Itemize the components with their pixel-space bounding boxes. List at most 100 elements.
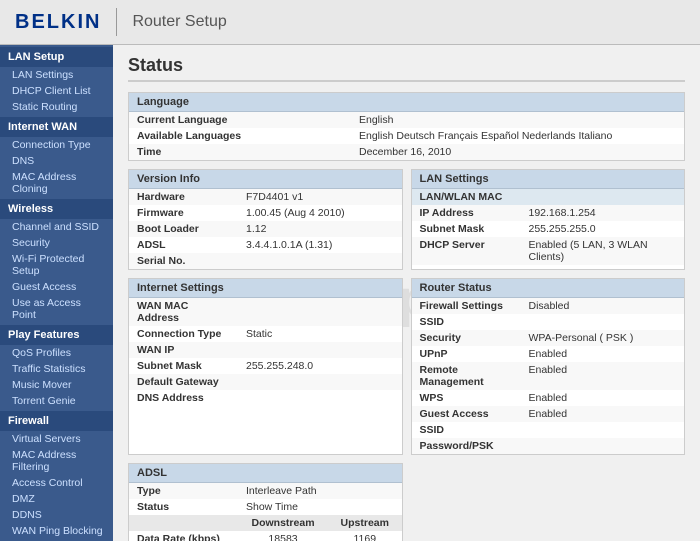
sidebar-item-guest-access[interactable]: Guest Access (0, 279, 113, 295)
layout: LAN SetupLAN SettingsDHCP Client ListSta… (0, 45, 700, 541)
sidebar-item-torrent-genie[interactable]: Torrent Genie (0, 393, 113, 409)
table-row: Available LanguagesEnglish Deutsch Franç… (129, 128, 684, 144)
row-value (521, 422, 685, 438)
language-box-header: Language (129, 93, 684, 112)
row-label: ADSL (129, 237, 238, 253)
row-value: Enabled (521, 362, 685, 390)
table-row: Firewall SettingsDisabled (412, 298, 685, 314)
row-label: Subnet Mask (129, 358, 238, 374)
sidebar-item-traffic-statistics[interactable]: Traffic Statistics (0, 361, 113, 377)
row-label: Data Rate (kbps) (129, 531, 238, 541)
row-label: SSID (412, 422, 521, 438)
sidebar-item-mac-address-cloning[interactable]: MAC Address Cloning (0, 169, 113, 197)
sidebar: LAN SetupLAN SettingsDHCP Client ListSta… (0, 45, 113, 541)
lan-box-header: LAN Settings (412, 170, 685, 189)
table-row: Password/PSK (412, 438, 685, 454)
row-label: WAN IP (129, 342, 238, 358)
direction-label: Upstream (328, 515, 401, 531)
internet-box-header: Internet Settings (129, 279, 402, 298)
row-value: December 16, 2010 (351, 144, 684, 160)
row-value: 1169 (328, 531, 401, 541)
table-row: TypeInterleave Path (129, 483, 402, 499)
row-label: DNS Address (129, 390, 238, 406)
table-row: HardwareF7D4401 v1 (129, 189, 402, 205)
row-label: Boot Loader (129, 221, 238, 237)
lan-sub-header: LAN/WLAN MAC (412, 189, 685, 205)
row-label: Current Language (129, 112, 351, 128)
sidebar-item-dns[interactable]: DNS (0, 153, 113, 169)
sidebar-item-use-as-access-point[interactable]: Use as Access Point (0, 295, 113, 323)
adsl-box: ADSL TypeInterleave PathStatusShow TimeD… (128, 463, 403, 541)
table-row: WAN IP (129, 342, 402, 358)
row-label: Subnet Mask (412, 221, 521, 237)
sidebar-item-ddns[interactable]: DDNS (0, 507, 113, 523)
table-row: Guest AccessEnabled (412, 406, 685, 422)
sidebar-item-connection-type[interactable]: Connection Type (0, 137, 113, 153)
row-value: Disabled (521, 298, 685, 314)
row-label: Guest Access (412, 406, 521, 422)
sidebar-item-static-routing[interactable]: Static Routing (0, 99, 113, 115)
sidebar-item-wan-ping-blocking[interactable]: WAN Ping Blocking (0, 523, 113, 539)
sidebar-section-firewall: Firewall (0, 411, 113, 431)
logo: BELKIN (15, 11, 101, 34)
row-value (238, 342, 402, 358)
direction-label (129, 515, 238, 531)
table-row: ADSL3.4.4.1.0.1A (1.31) (129, 237, 402, 253)
table-row: Connection TypeStatic (129, 326, 402, 342)
table-row: Subnet Mask255.255.248.0 (129, 358, 402, 374)
router-status-header: Router Status (412, 279, 685, 298)
router-status-box: Router Status Firewall SettingsDisabled S… (411, 278, 686, 455)
sidebar-item-wi-fi-protected-setup[interactable]: Wi-Fi Protected Setup (0, 251, 113, 279)
sidebar-item-dhcp-client-list[interactable]: DHCP Client List (0, 83, 113, 99)
row-label: UPnP (412, 346, 521, 362)
row-value: 1.00.45 (Aug 4 2010) (238, 205, 402, 221)
table-row: DHCP ServerEnabled (5 LAN, 3 WLAN Client… (412, 237, 685, 265)
row-label: Remote Management (412, 362, 521, 390)
row-label: IP Address (412, 205, 521, 221)
version-box: Version Info HardwareF7D4401 v1Firmware1… (128, 169, 403, 270)
row-label: Serial No. (129, 253, 238, 269)
version-box-header: Version Info (129, 170, 402, 189)
table-row: Serial No. (129, 253, 402, 269)
table-row: Subnet Mask255.255.255.0 (412, 221, 685, 237)
page-title: Status (128, 55, 685, 82)
row-label: Default Gateway (129, 374, 238, 390)
sidebar-item-lan-settings[interactable]: LAN Settings (0, 67, 113, 83)
router-status-table: Firewall SettingsDisabled SSID SecurityWPA… (412, 298, 685, 454)
sidebar-section-play-features: Play Features (0, 325, 113, 345)
sidebar-item-mac-address-filtering[interactable]: MAC Address Filtering (0, 447, 113, 475)
row-value (238, 253, 402, 269)
row-value: Static (238, 326, 402, 342)
row-value (238, 298, 402, 326)
sidebar-item-security[interactable]: Security (0, 235, 113, 251)
row-value: Interleave Path (238, 483, 402, 499)
row-label: Hardware (129, 189, 238, 205)
header-divider (116, 8, 117, 36)
sidebar-section-lan-setup: LAN Setup (0, 47, 113, 67)
row-label: Status (129, 499, 238, 515)
row-value: 255.255.255.0 (521, 221, 685, 237)
row-value: Enabled (5 LAN, 3 WLAN Clients) (521, 237, 685, 265)
row-value (238, 390, 402, 406)
table-row: IP Address192.168.1.254 (412, 205, 685, 221)
sidebar-item-qos-profiles[interactable]: QoS Profiles (0, 345, 113, 361)
row-value: WPA-Personal ( PSK ) (521, 330, 685, 346)
sidebar-section-internet-wan: Internet WAN (0, 117, 113, 137)
row-label: Connection Type (129, 326, 238, 342)
lan-box: LAN Settings LAN/WLAN MAC IP Address192.… (411, 169, 686, 270)
row-value: Enabled (521, 406, 685, 422)
row-label: Time (129, 144, 351, 160)
sidebar-item-music-mover[interactable]: Music Mover (0, 377, 113, 393)
sidebar-item-channel-and-ssid[interactable]: Channel and SSID (0, 219, 113, 235)
sidebar-item-dmz[interactable]: DMZ (0, 491, 113, 507)
adsl-direction-header: DownstreamUpstream (129, 515, 402, 531)
table-row: WPSEnabled (412, 390, 685, 406)
row-value: Enabled (521, 390, 685, 406)
row-label: Type (129, 483, 238, 499)
row-value: 3.4.4.1.0.1A (1.31) (238, 237, 402, 253)
row-label: Firewall Settings (412, 298, 521, 314)
sidebar-item-access-control[interactable]: Access Control (0, 475, 113, 491)
row-label: DHCP Server (412, 237, 521, 265)
sidebar-item-virtual-servers[interactable]: Virtual Servers (0, 431, 113, 447)
table-row: SecurityWPA-Personal ( PSK ) (412, 330, 685, 346)
